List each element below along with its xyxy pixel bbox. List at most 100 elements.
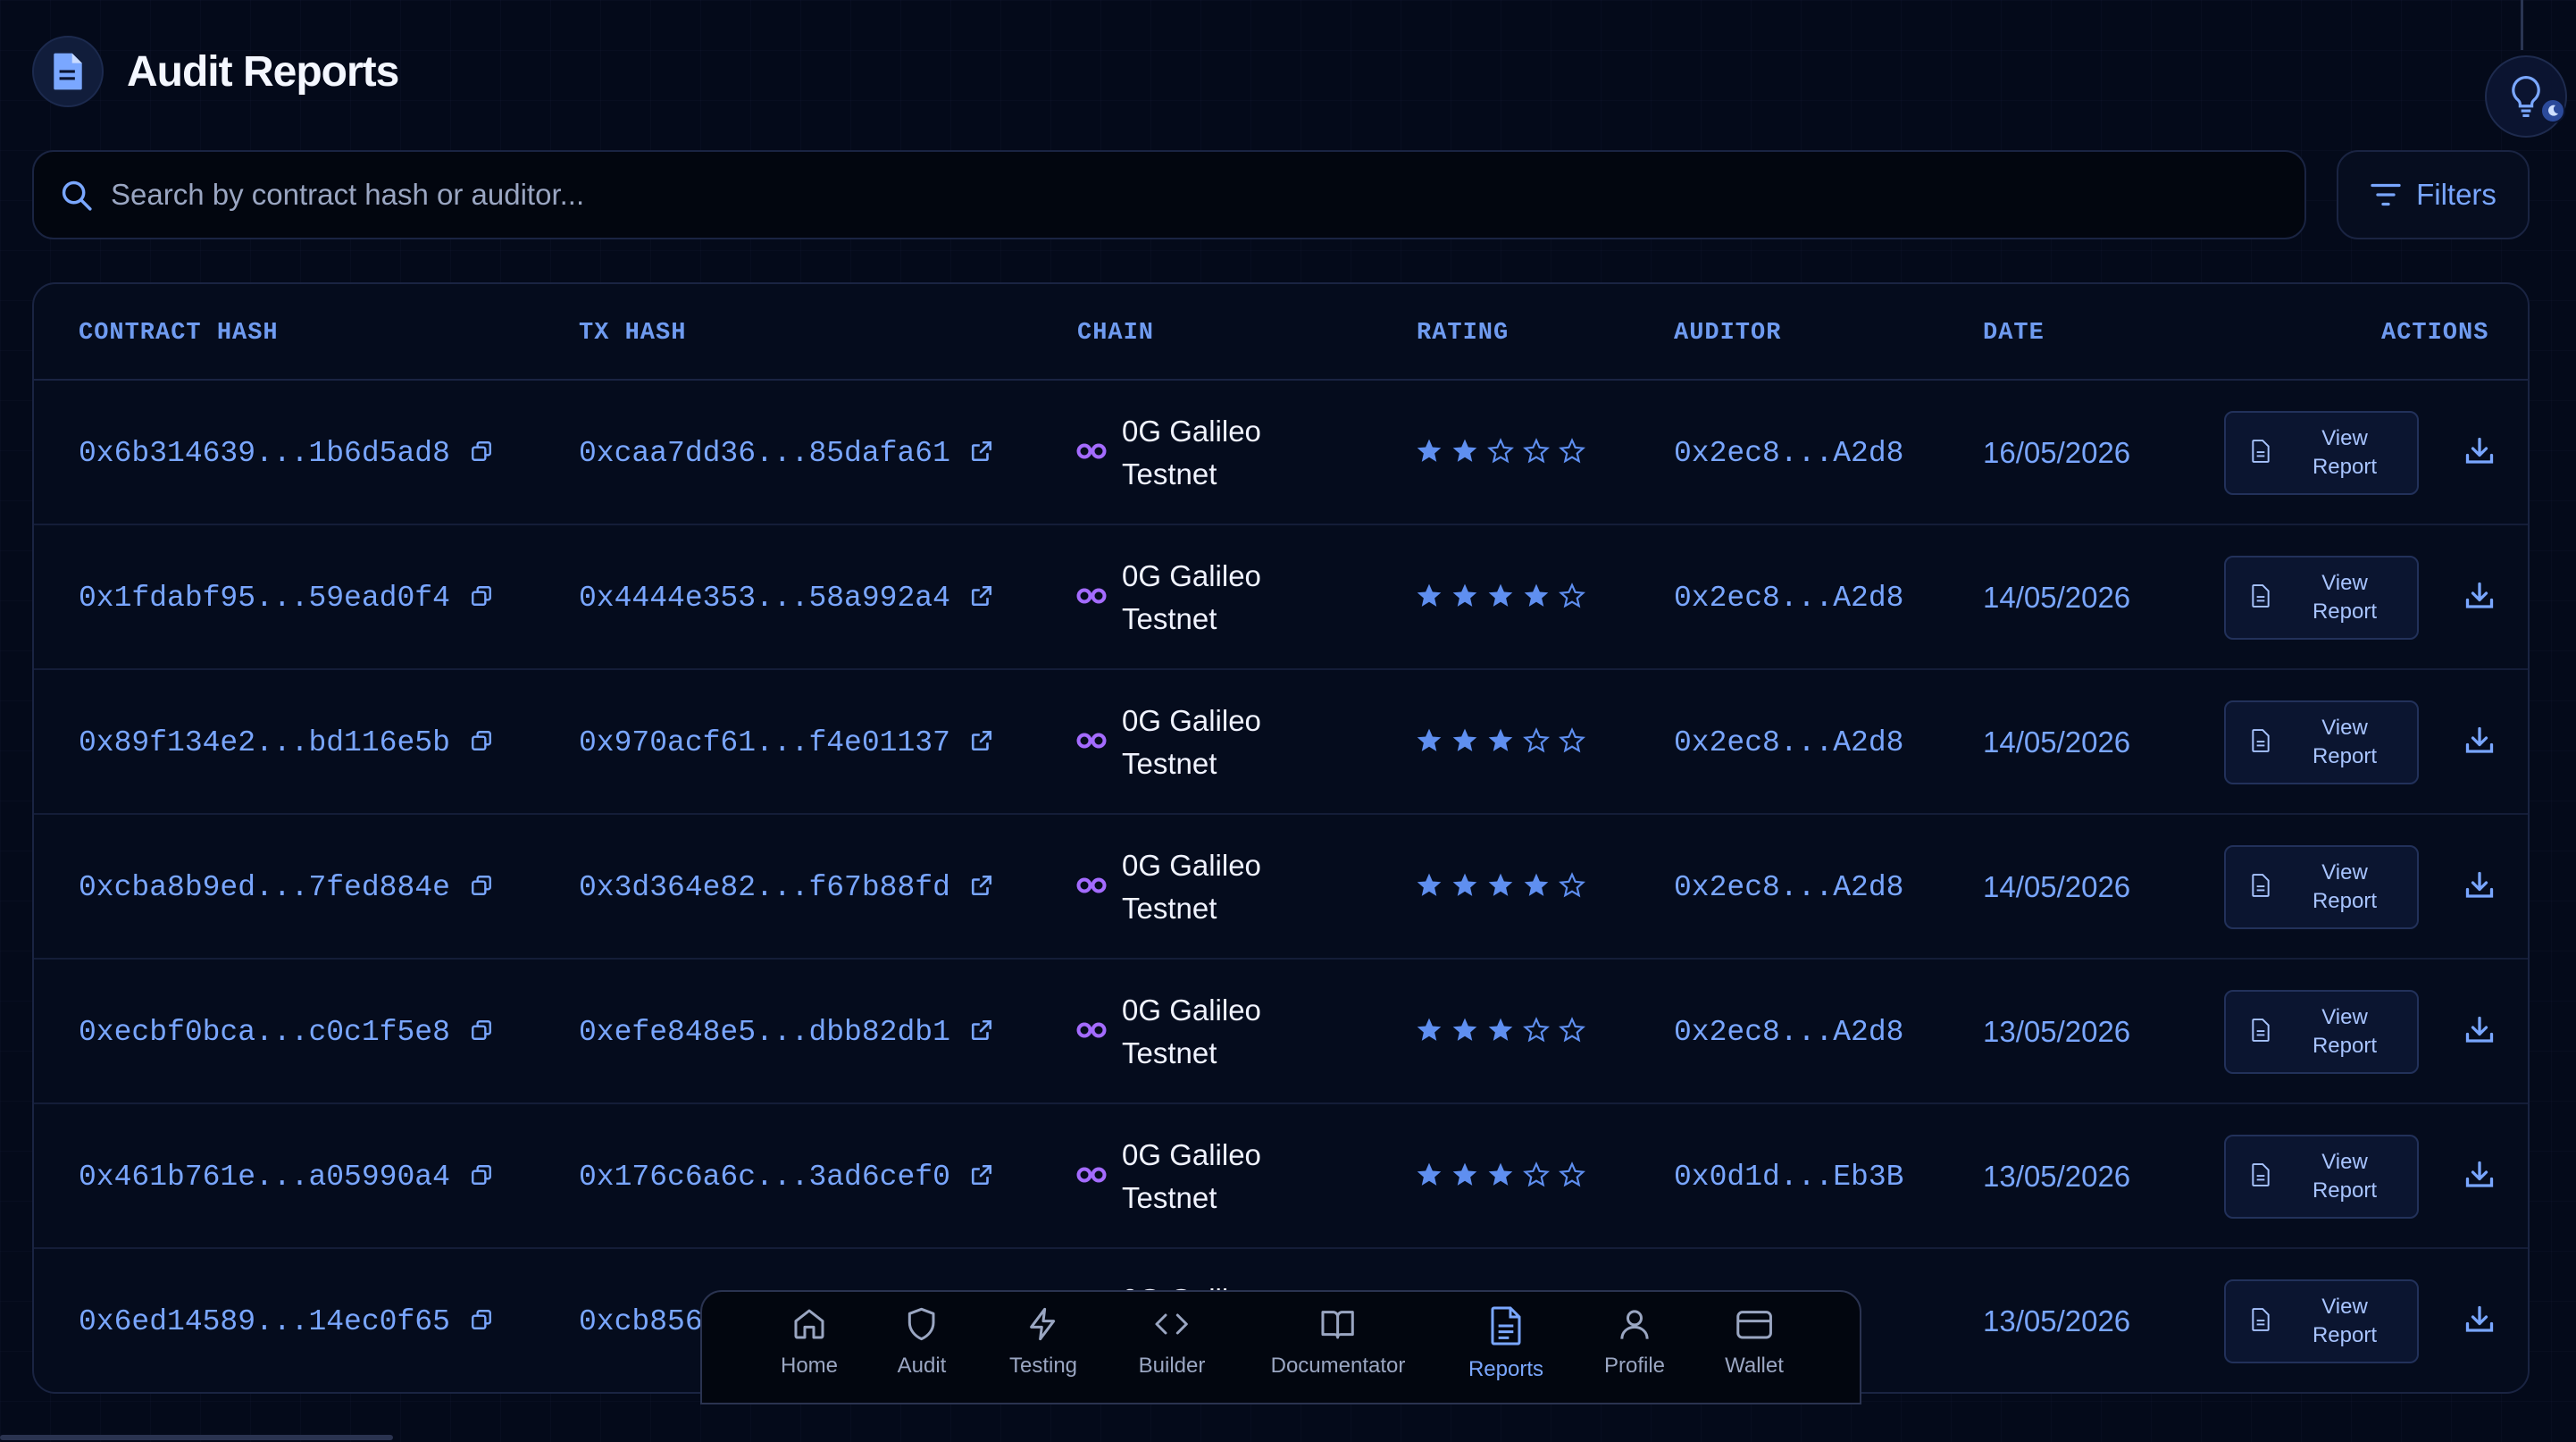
nav-item-reports[interactable]: Reports <box>1468 1306 1543 1396</box>
external-link-icon[interactable] <box>970 1163 993 1191</box>
lightbulb-button[interactable] <box>2485 55 2567 138</box>
external-link-icon[interactable] <box>970 440 993 467</box>
star-filled-icon <box>1415 437 1443 470</box>
download-button[interactable] <box>2462 1304 2497 1339</box>
nav-item-testing[interactable]: Testing <box>1009 1306 1077 1396</box>
chain-cell: 0G Galileo Testnet <box>1075 381 1261 525</box>
chain-name-line1: 0G Galileo <box>1122 993 1261 1027</box>
tx-hash-link[interactable]: 0x3d364e82...f67b88fd <box>579 871 950 904</box>
chain-cell: 0G Galileo Testnet <box>1075 960 1261 1104</box>
auditor-address: 0x2ec8...A2d8 <box>1674 870 1904 904</box>
copy-icon[interactable] <box>470 584 493 612</box>
chain-name: 0G Galileo Testnet <box>1122 410 1261 496</box>
view-report-label-line2: Report <box>2312 1178 2378 1203</box>
file-icon <box>2251 1018 2271 1046</box>
nav-item-builder[interactable]: Builder <box>1138 1306 1206 1396</box>
chain-icon <box>1075 1166 1108 1188</box>
rating-stars <box>1415 670 1586 815</box>
star-filled-icon <box>1486 1161 1515 1194</box>
contract-hash-cell: 0x89f134e2...bd116e5b <box>79 670 493 815</box>
nav-label: Documentator <box>1270 1354 1406 1378</box>
chain-icon <box>1075 732 1108 754</box>
nav-item-audit[interactable]: Audit <box>898 1306 946 1396</box>
nav-label: Reports <box>1468 1357 1544 1381</box>
file-icon <box>2251 583 2271 612</box>
view-report-button[interactable]: View Report <box>2224 411 2419 495</box>
tx-hash-link[interactable]: 0x970acf61...f4e01137 <box>579 726 950 759</box>
nav-item-wallet[interactable]: Wallet <box>1725 1306 1784 1396</box>
star-filled-icon <box>1486 582 1515 615</box>
divider <box>2521 0 2523 50</box>
rating-stars <box>1415 1104 1586 1249</box>
copy-icon[interactable] <box>470 1163 493 1191</box>
contract-hash-cell: 0x6b314639...1b6d5ad8 <box>79 381 493 525</box>
download-button[interactable] <box>2462 869 2497 905</box>
download-button[interactable] <box>2462 725 2497 760</box>
external-link-icon[interactable] <box>970 584 993 612</box>
star-filled-icon <box>1451 582 1479 615</box>
view-report-button[interactable]: View Report <box>2224 990 2419 1074</box>
file-icon <box>2251 728 2271 757</box>
nav-label: Testing <box>1008 1354 1078 1378</box>
search-bar[interactable] <box>32 150 2306 239</box>
column-header-auditor: AUDITOR <box>1674 320 1782 347</box>
tx-hash-link[interactable]: 0xcaa7dd36...85dafa61 <box>579 437 950 470</box>
view-report-button[interactable]: View Report <box>2224 700 2419 784</box>
view-report-button[interactable]: View Report <box>2224 556 2419 640</box>
download-icon <box>2463 580 2496 616</box>
external-link-icon[interactable] <box>970 729 993 757</box>
external-link-icon[interactable] <box>970 1019 993 1046</box>
chain-name-line2: Testnet <box>1122 457 1217 490</box>
search-input[interactable] <box>111 178 2304 212</box>
rating-stars <box>1415 381 1586 525</box>
nav-item-profile[interactable]: Profile <box>1604 1306 1665 1396</box>
chain-name-line1: 0G Galileo <box>1122 849 1261 882</box>
download-icon <box>2463 1014 2496 1051</box>
date-cell: 14/05/2026 <box>1983 525 2130 670</box>
chain-cell: 0G Galileo Testnet <box>1075 525 1261 670</box>
table-header: CONTRACT HASH TX HASH CHAIN RATING AUDIT… <box>34 284 2528 381</box>
star-filled-icon <box>1415 1016 1443 1049</box>
external-link-icon[interactable] <box>970 874 993 901</box>
audit-date: 14/05/2026 <box>1983 581 2131 614</box>
copy-icon[interactable] <box>470 874 493 901</box>
copy-icon[interactable] <box>470 440 493 467</box>
chain-name-line2: Testnet <box>1122 747 1217 780</box>
view-report-label-line1: View <box>2321 1295 2368 1319</box>
nav-label: Builder <box>1138 1354 1206 1378</box>
star-empty-icon <box>1522 1161 1551 1194</box>
auditor-address: 0x2ec8...A2d8 <box>1674 581 1904 615</box>
copy-icon[interactable] <box>470 729 493 757</box>
code-icon <box>1154 1306 1190 1346</box>
star-empty-icon <box>1558 1161 1586 1194</box>
tx-hash-link[interactable]: 0x176c6a6c...3ad6cef0 <box>579 1161 950 1194</box>
copy-icon[interactable] <box>470 1019 493 1046</box>
moon-icon[interactable] <box>2540 98 2565 123</box>
view-report-button[interactable]: View Report <box>2224 1135 2419 1219</box>
nav-item-home[interactable]: Home <box>781 1306 838 1396</box>
download-button[interactable] <box>2462 435 2497 471</box>
filters-label: Filters <box>2416 178 2497 211</box>
document-icon <box>32 36 104 107</box>
star-filled-icon <box>1486 871 1515 904</box>
tx-hash-link[interactable]: 0xefe848e5...dbb82db1 <box>579 1016 950 1049</box>
auditor-cell: 0x0d1d...Eb3B <box>1674 1104 1903 1249</box>
view-report-button[interactable]: View Report <box>2224 845 2419 929</box>
download-button[interactable] <box>2462 1159 2497 1195</box>
horizontal-scrollbar[interactable] <box>0 1435 393 1440</box>
filters-button[interactable]: Filters <box>2337 150 2530 239</box>
tx-hash-link[interactable]: 0x4444e353...58a992a4 <box>579 582 950 615</box>
view-report-button[interactable]: View Report <box>2224 1279 2419 1363</box>
column-header-date: DATE <box>1983 320 2045 347</box>
view-report-label-line2: Report <box>2312 599 2378 624</box>
tx-hash-link[interactable]: 0xcb856 <box>579 1305 703 1338</box>
download-button[interactable] <box>2462 580 2497 616</box>
star-filled-icon <box>1522 582 1551 615</box>
nav-item-documentator[interactable]: Documentator <box>1270 1306 1406 1396</box>
column-header-chain: CHAIN <box>1077 320 1155 347</box>
chain-cell: 0G Galileo Testnet <box>1075 670 1261 815</box>
view-report-label-line2: Report <box>2312 1034 2378 1058</box>
download-button[interactable] <box>2462 1014 2497 1050</box>
copy-icon[interactable] <box>470 1308 493 1336</box>
star-empty-icon <box>1558 871 1586 904</box>
